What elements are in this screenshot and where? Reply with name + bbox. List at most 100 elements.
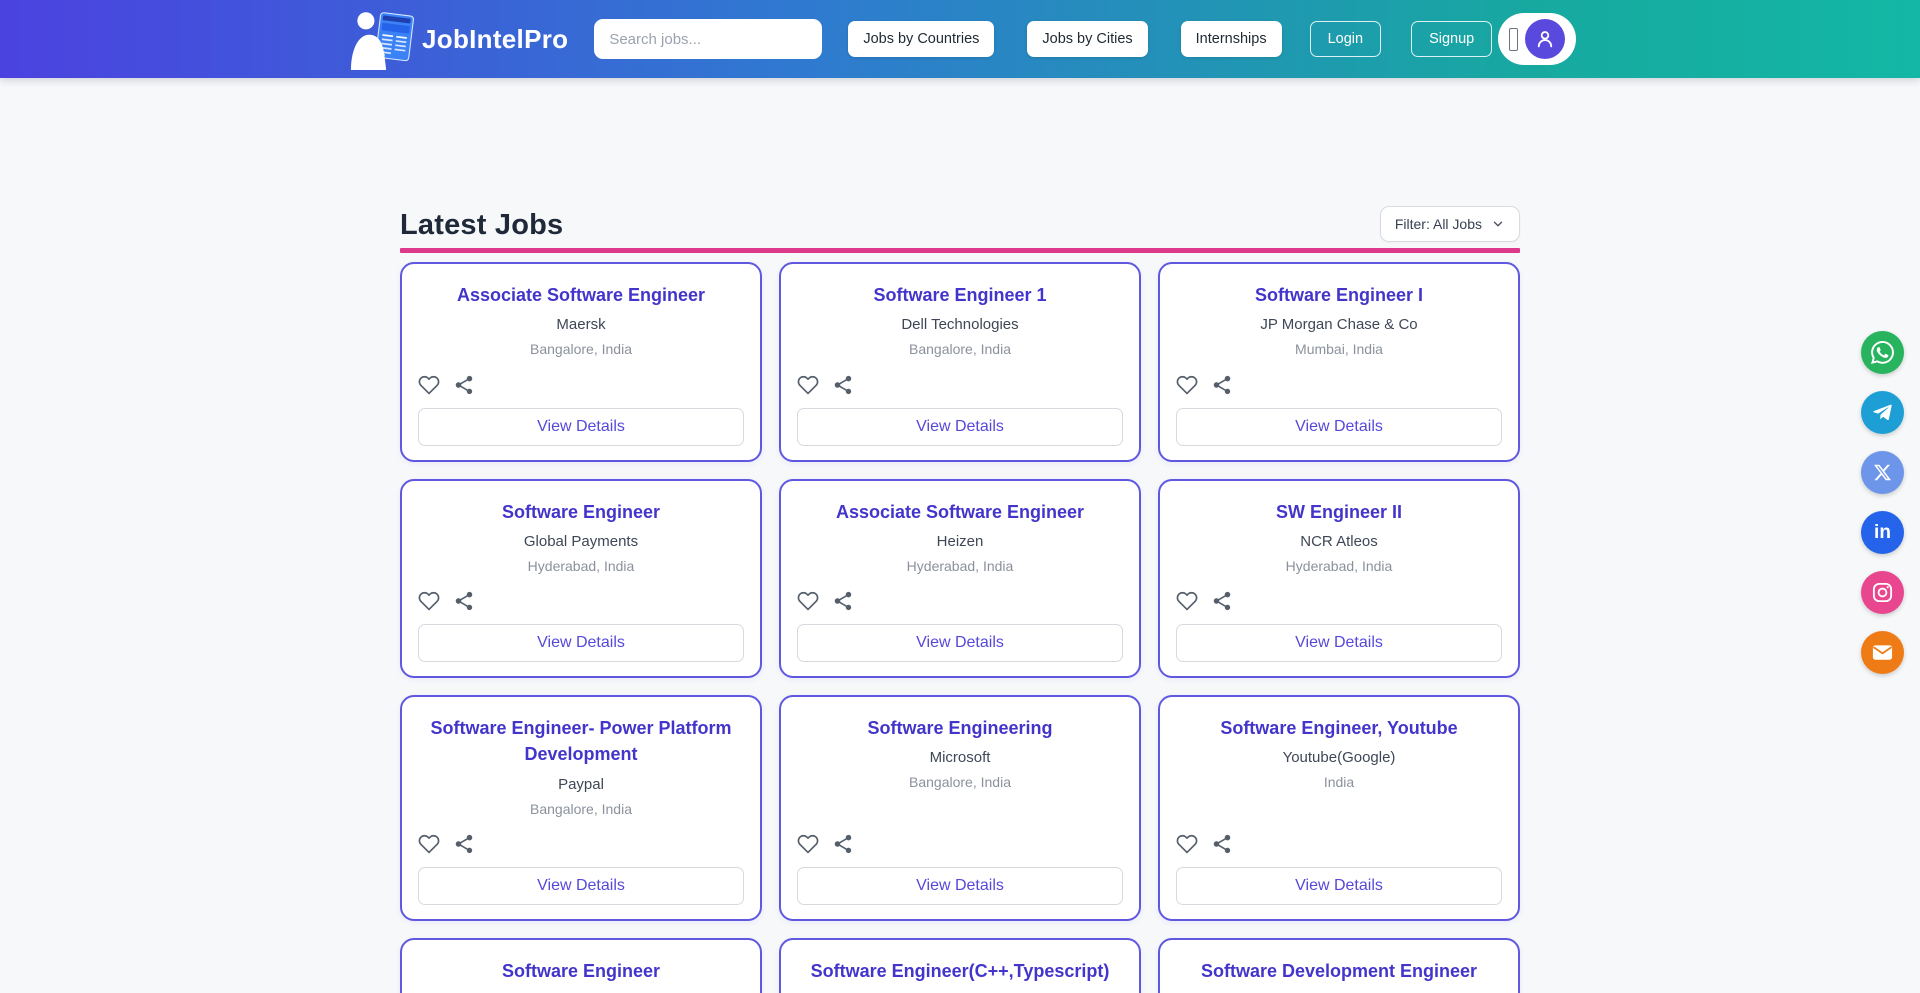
- brand-logo-icon[interactable]: [344, 8, 422, 70]
- job-company: Heizen: [797, 531, 1123, 552]
- job-location: Hyderabad, India: [418, 557, 744, 577]
- job-card: Software Development Engineer Clearwater…: [1158, 938, 1520, 993]
- view-details-button[interactable]: View Details: [418, 408, 744, 446]
- profile-menu[interactable]: [1498, 13, 1576, 65]
- filter-label: Filter: All Jobs: [1395, 216, 1482, 232]
- view-details-button[interactable]: View Details: [797, 624, 1123, 662]
- whatsapp-button[interactable]: [1861, 331, 1904, 374]
- telegram-icon: [1872, 402, 1893, 423]
- job-card: Software Engineer- Power Platform Develo…: [400, 695, 762, 921]
- job-card: Software Engineer Global Payments Hydera…: [400, 479, 762, 679]
- chevron-down-icon: [1491, 217, 1505, 231]
- jobs-grid: Associate Software Engineer Maersk Banga…: [400, 262, 1520, 993]
- main-content: Latest Jobs Filter: All Jobs Associate S…: [400, 78, 1520, 993]
- linkedin-icon: in: [1874, 523, 1891, 542]
- share-icon[interactable]: [832, 374, 854, 396]
- view-details-button[interactable]: View Details: [1176, 624, 1502, 662]
- signup-button[interactable]: Signup: [1411, 21, 1492, 57]
- job-card: Software Engineer I JP Morgan Chase & Co…: [1158, 262, 1520, 462]
- instagram-icon: [1871, 581, 1894, 604]
- favorite-heart-icon[interactable]: [418, 833, 440, 855]
- job-card: Associate Software Engineer Heizen Hyder…: [779, 479, 1141, 679]
- job-location: Hyderabad, India: [797, 557, 1123, 577]
- view-details-button[interactable]: View Details: [418, 867, 744, 905]
- job-card-actions: [797, 819, 1123, 855]
- job-card-actions: [418, 360, 744, 396]
- search-input[interactable]: [594, 19, 822, 59]
- nav-jobs-by-cities-button[interactable]: Jobs by Cities: [1027, 21, 1147, 57]
- x-twitter-button[interactable]: [1861, 451, 1904, 494]
- job-card: Software Engineer(C++,Typescript) AutoDe…: [779, 938, 1141, 993]
- email-icon: [1871, 641, 1894, 664]
- linkedin-button[interactable]: in: [1861, 511, 1904, 554]
- job-location: Bangalore, India: [418, 340, 744, 360]
- job-location: India: [1176, 773, 1502, 793]
- filter-dropdown[interactable]: Filter: All Jobs: [1380, 206, 1520, 242]
- job-location: Hyderabad, India: [1176, 557, 1502, 577]
- user-avatar[interactable]: [1525, 19, 1565, 59]
- job-title[interactable]: SW Engineer II: [1176, 499, 1502, 525]
- email-button[interactable]: [1861, 631, 1904, 674]
- job-card: Software Engineer Akamai Bengaluru, Indi…: [400, 938, 762, 993]
- instagram-button[interactable]: [1861, 571, 1904, 614]
- telegram-button[interactable]: [1861, 391, 1904, 434]
- job-company: NCR Atleos: [1176, 531, 1502, 552]
- job-card: Software Engineer, Youtube Youtube(Googl…: [1158, 695, 1520, 921]
- share-icon[interactable]: [832, 833, 854, 855]
- brand-title[interactable]: JobIntelPro: [422, 24, 568, 55]
- job-location: Bangalore, India: [418, 800, 744, 820]
- job-card-actions: [418, 819, 744, 855]
- share-icon[interactable]: [1211, 833, 1233, 855]
- share-icon[interactable]: [453, 374, 475, 396]
- job-location: Bangalore, India: [797, 340, 1123, 360]
- share-icon[interactable]: [1211, 590, 1233, 612]
- view-details-button[interactable]: View Details: [1176, 408, 1502, 446]
- job-title[interactable]: Software Engineer: [418, 958, 744, 984]
- share-icon[interactable]: [1211, 374, 1233, 396]
- x-twitter-icon: [1873, 463, 1892, 482]
- job-title[interactable]: Software Engineer 1: [797, 282, 1123, 308]
- job-title[interactable]: Software Engineer I: [1176, 282, 1502, 308]
- view-details-button[interactable]: View Details: [1176, 867, 1502, 905]
- job-title[interactable]: Software Engineer, Youtube: [1176, 715, 1502, 741]
- job-card-actions: [418, 576, 744, 612]
- view-details-button[interactable]: View Details: [797, 867, 1123, 905]
- job-card-actions: [1176, 360, 1502, 396]
- login-button[interactable]: Login: [1310, 21, 1381, 57]
- nav-internships-button[interactable]: Internships: [1181, 21, 1282, 57]
- auth-buttons: Login Signup: [1310, 21, 1493, 57]
- share-icon[interactable]: [453, 833, 475, 855]
- page-title: Latest Jobs: [400, 209, 563, 242]
- favorite-heart-icon[interactable]: [1176, 833, 1198, 855]
- favorite-heart-icon[interactable]: [418, 590, 440, 612]
- job-title[interactable]: Software Engineering: [797, 715, 1123, 741]
- job-card: Software Engineer 1 Dell Technologies Ba…: [779, 262, 1141, 462]
- favorite-heart-icon[interactable]: [1176, 374, 1198, 396]
- view-details-button[interactable]: View Details: [797, 408, 1123, 446]
- share-icon[interactable]: [453, 590, 475, 612]
- job-title[interactable]: Associate Software Engineer: [797, 499, 1123, 525]
- job-card: Software Engineering Microsoft Bangalore…: [779, 695, 1141, 921]
- favorite-heart-icon[interactable]: [797, 374, 819, 396]
- job-card: SW Engineer II NCR Atleos Hyderabad, Ind…: [1158, 479, 1520, 679]
- favorite-heart-icon[interactable]: [418, 374, 440, 396]
- job-company: Maersk: [418, 314, 744, 335]
- job-company: Microsoft: [797, 747, 1123, 768]
- job-card: Associate Software Engineer Maersk Banga…: [400, 262, 762, 462]
- theme-toggle-icon[interactable]: [1509, 28, 1518, 51]
- job-title[interactable]: Software Engineer(C++,Typescript): [797, 958, 1123, 984]
- favorite-heart-icon[interactable]: [1176, 590, 1198, 612]
- job-location: Bangalore, India: [797, 773, 1123, 793]
- job-title[interactable]: Software Development Engineer: [1176, 958, 1502, 984]
- favorite-heart-icon[interactable]: [797, 833, 819, 855]
- job-card-actions: [1176, 576, 1502, 612]
- view-details-button[interactable]: View Details: [418, 624, 744, 662]
- job-title[interactable]: Associate Software Engineer: [418, 282, 744, 308]
- job-title[interactable]: Software Engineer: [418, 499, 744, 525]
- favorite-heart-icon[interactable]: [797, 590, 819, 612]
- job-title[interactable]: Software Engineer- Power Platform Develo…: [418, 715, 744, 767]
- main-nav: Jobs by Countries Jobs by Cities Interns…: [848, 21, 1281, 57]
- job-company: Paypal: [418, 774, 744, 795]
- nav-jobs-by-countries-button[interactable]: Jobs by Countries: [848, 21, 994, 57]
- share-icon[interactable]: [832, 590, 854, 612]
